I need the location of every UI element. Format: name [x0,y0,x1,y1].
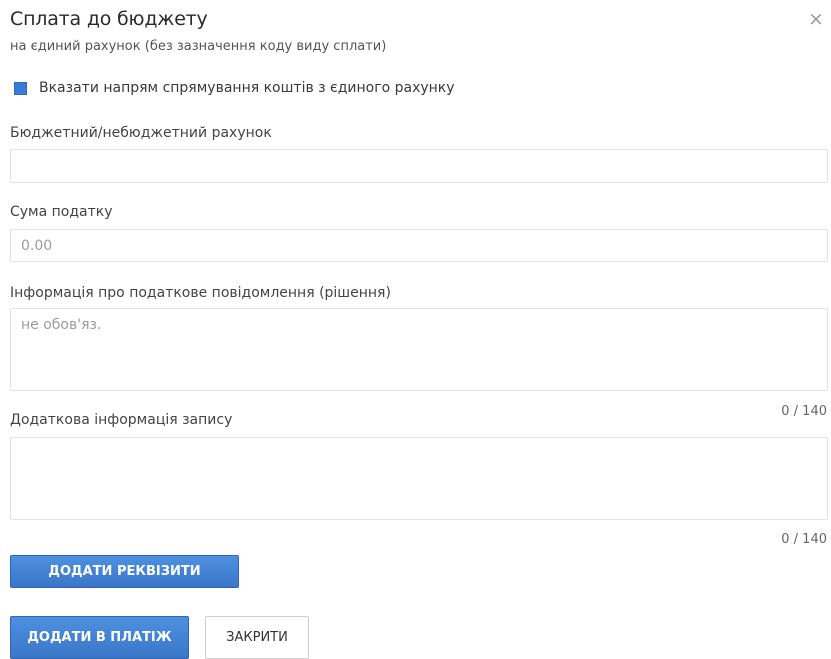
close-button[interactable]: ЗАКРИТИ [205,616,309,659]
additional-info-label: Додаткова інформація запису [10,412,233,428]
additional-info-textarea[interactable] [10,437,828,520]
direction-checkbox-label: Вказати напрям спрямування коштів з єдин… [39,80,455,96]
budget-account-label: Бюджетний/небюджетний рахунок [10,125,272,141]
add-requisites-button[interactable]: ДОДАТИ РЕКВІЗИТИ [10,555,239,588]
tax-notice-counter: 0 / 140 [781,404,827,419]
additional-info-counter: 0 / 140 [781,532,827,547]
close-icon[interactable]: × [808,10,824,29]
tax-amount-label: Сума податку [10,204,113,220]
tax-notice-label: Інформація про податкове повідомлення (р… [10,285,391,301]
dialog-title: Сплата до бюджету [10,8,208,30]
direction-checkbox[interactable] [14,81,27,95]
add-to-payment-button[interactable]: ДОДАТИ В ПЛАТІЖ [10,616,189,659]
tax-amount-input[interactable] [10,229,828,262]
tax-notice-textarea[interactable] [10,308,828,391]
budget-account-input[interactable] [10,149,828,183]
direction-checkbox-row[interactable]: Вказати напрям спрямування коштів з єдин… [14,80,455,96]
dialog-subtitle: на єдиний рахунок (без зазначення коду в… [10,39,387,54]
